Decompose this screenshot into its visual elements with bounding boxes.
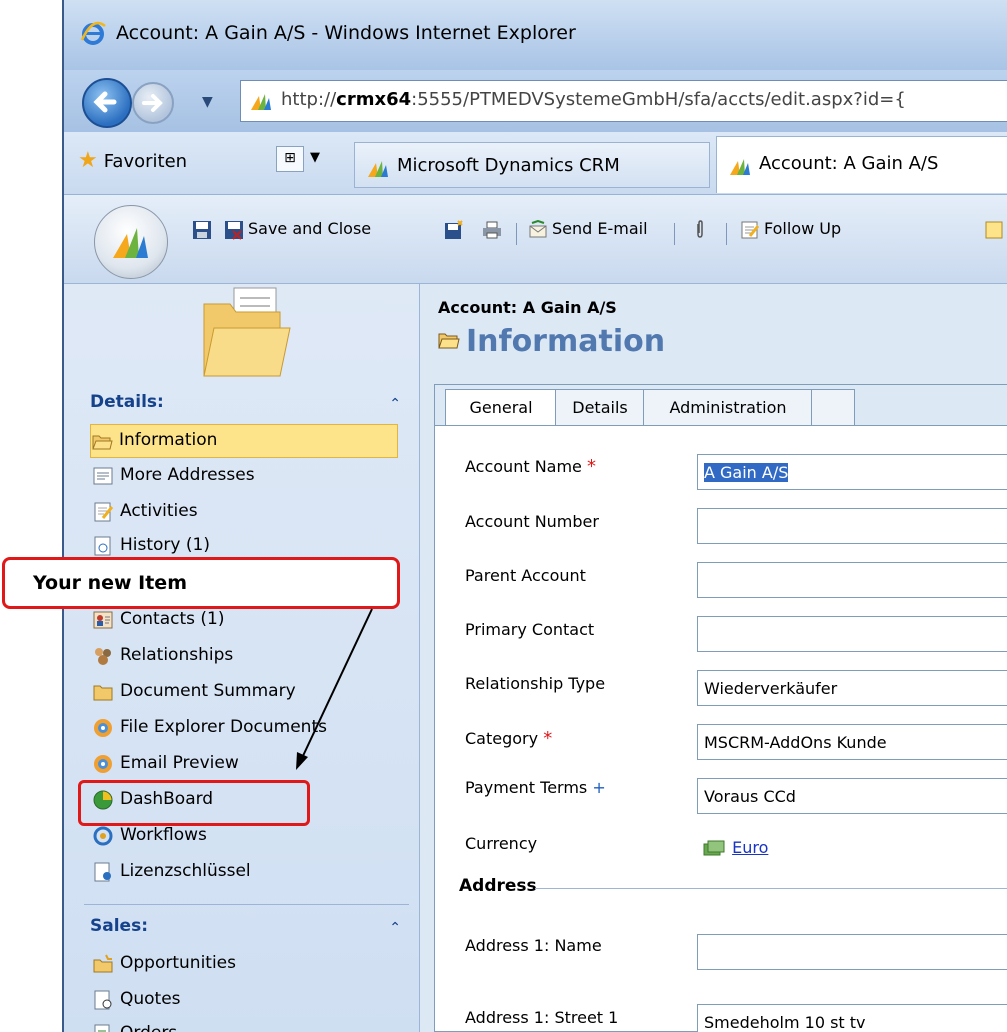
annotation-arrow — [296, 608, 373, 770]
